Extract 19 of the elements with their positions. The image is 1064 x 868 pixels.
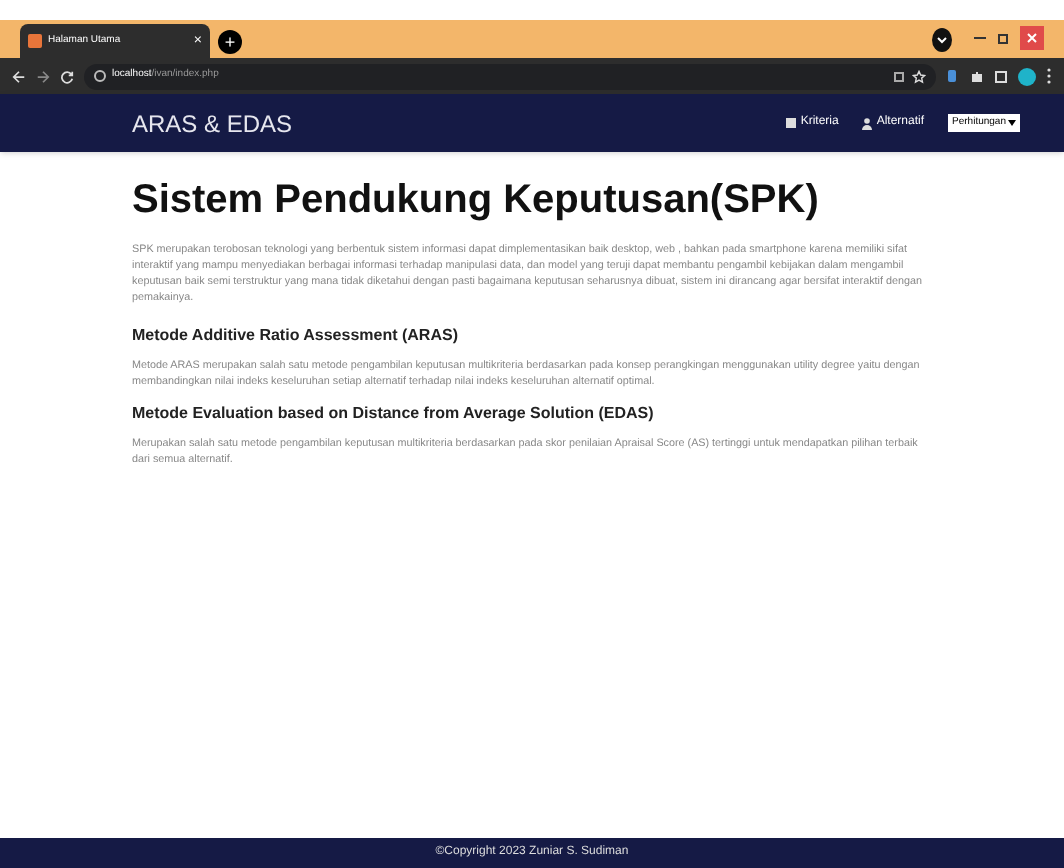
profile-avatar-icon[interactable] <box>1018 67 1036 85</box>
chevron-down-icon[interactable] <box>932 28 952 52</box>
new-tab-button[interactable]: + <box>218 30 242 54</box>
more-menu-icon[interactable] <box>1046 68 1052 84</box>
star-icon[interactable] <box>912 69 926 83</box>
user-icon <box>862 117 873 129</box>
sidebar-icon[interactable] <box>994 69 1008 83</box>
forward-arrow-icon[interactable] <box>36 69 50 83</box>
restore-icon[interactable] <box>996 30 1012 46</box>
caret-icon <box>1008 120 1016 126</box>
table-icon <box>786 118 797 128</box>
favicon-icon <box>28 34 42 48</box>
section-heading: Metode Additive Ratio Assessment (ARAS) <box>132 324 460 348</box>
reload-icon[interactable] <box>60 69 74 83</box>
close-icon[interactable] <box>1020 26 1044 50</box>
brand-title[interactable]: ARAS & EDAS <box>132 105 787 141</box>
back-arrow-icon[interactable] <box>12 69 26 83</box>
section-heading: Metode Evaluation based on Distance from Average Solution (EDAS) <box>132 402 656 426</box>
page-title: Sistem Pendukung Keputusan(SPK) <box>132 176 821 226</box>
